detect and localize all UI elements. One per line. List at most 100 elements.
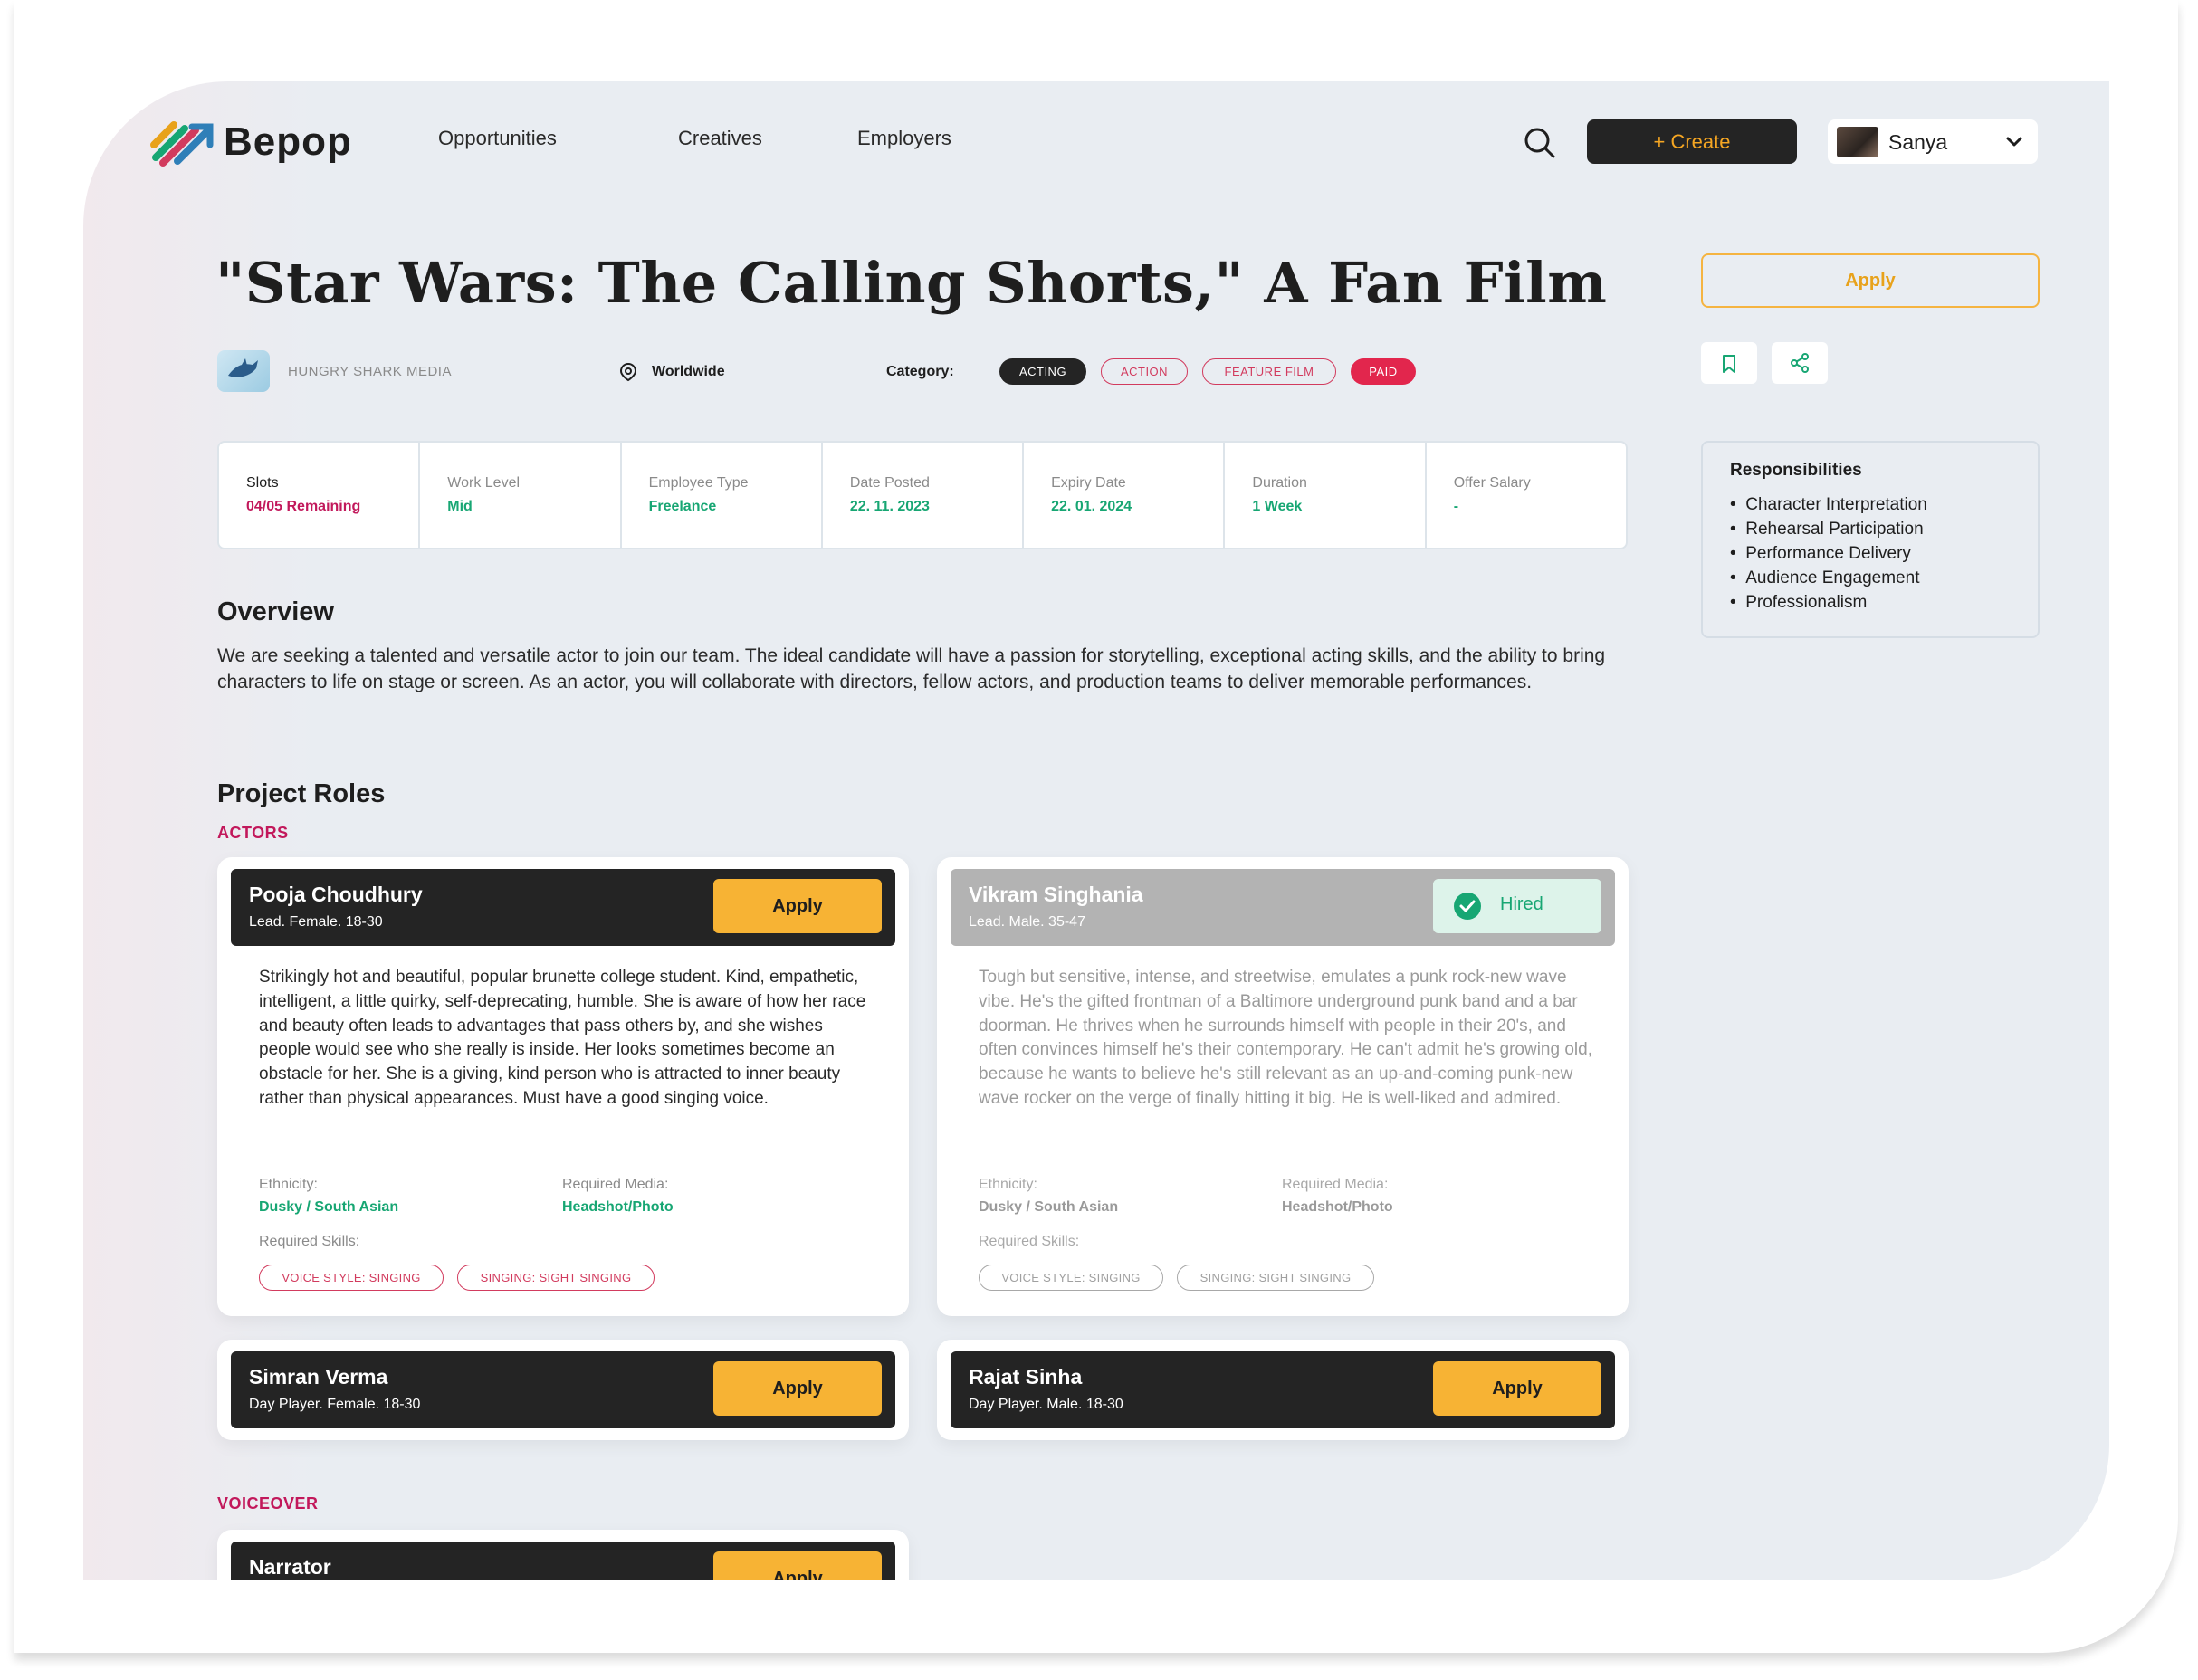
ethnicity-value: Dusky / South Asian	[259, 1199, 399, 1215]
media-label: Required Media:	[1282, 1177, 1389, 1192]
category-label: Category:	[886, 364, 954, 379]
stat-label: Expiry Date	[1051, 475, 1126, 491]
stat-label: Offer Salary	[1453, 475, 1531, 491]
role-name: Rajat Sinha	[969, 1365, 1083, 1389]
role-name: Simran Verma	[249, 1365, 388, 1389]
role-name: Vikram Singhania	[969, 883, 1143, 906]
avatar	[1837, 127, 1878, 158]
check-circle-icon	[1454, 892, 1481, 920]
stat-label: Date Posted	[849, 475, 930, 491]
role-card-vikram: Vikram Singhania Lead. Male. 35-47 Hired…	[937, 857, 1629, 1316]
page-title: "Star Wars: The Calling Shorts," A Fan F…	[215, 250, 1608, 316]
create-button[interactable]: + Create	[1587, 119, 1797, 164]
role-description: Strikingly hot and beautiful, popular br…	[259, 968, 866, 1108]
stage: Bepop Opportunities Creatives Employers …	[0, 0, 2198, 1680]
bepop-logo-icon[interactable]	[150, 118, 214, 167]
job-stats: Slots 04/05 Remaining Work Level Mid Emp…	[217, 441, 1628, 549]
stat-work-level: Work Level Mid	[420, 443, 622, 548]
responsibility-text: Performance Delivery	[1745, 544, 1911, 563]
hired-label: Hired	[1500, 894, 1543, 914]
share-button[interactable]	[1772, 342, 1828, 384]
user-menu[interactable]: Sanya	[1828, 119, 2038, 164]
responsibilities-panel: Responsibilities • Character Interpretat…	[1701, 441, 2040, 638]
role-subtitle: Day Player. Female. 18-30	[249, 1397, 421, 1412]
stat-value: Freelance	[648, 499, 717, 514]
responsibility-item: • Audience Engagement	[1730, 568, 1920, 587]
project-roles-title: Project Roles	[217, 779, 386, 808]
responsibility-text: Character Interpretation	[1745, 495, 1927, 514]
role-card-header: Pooja Choudhury Lead. Female. 18-30 Appl…	[231, 869, 895, 946]
screenshot-frame: Bepop Opportunities Creatives Employers …	[14, 0, 2178, 1653]
media-label: Required Media:	[562, 1177, 669, 1192]
overview-text: We are seeking a talented and versatile …	[217, 645, 1606, 692]
role-subtitle: Lead. Male. 35-47	[969, 914, 1085, 930]
role-name: Pooja Choudhury	[249, 883, 423, 906]
overview-title: Overview	[217, 597, 334, 626]
tag-feature-film[interactable]: FEATURE FILM	[1202, 358, 1336, 385]
tag-paid[interactable]: PAID	[1351, 358, 1416, 385]
role-apply-button[interactable]: Apply	[713, 1551, 882, 1580]
user-name: Sanya	[1888, 130, 1948, 154]
skill-tag[interactable]: VOICE STYLE: SINGING	[259, 1265, 444, 1291]
bookmark-icon	[1723, 355, 1735, 373]
hired-badge: Hired	[1433, 879, 1601, 933]
role-card-header: Simran Verma Day Player. Female. 18-30 A…	[231, 1351, 895, 1428]
ethnicity-value: Dusky / South Asian	[979, 1199, 1119, 1215]
responsibility-item: • Professionalism	[1730, 593, 1868, 612]
role-apply-button[interactable]: Apply	[713, 1361, 882, 1416]
skills-label: Required Skills:	[259, 1234, 360, 1249]
search-icon[interactable]	[1522, 125, 1558, 161]
ethnicity-label: Ethnicity:	[979, 1177, 1037, 1192]
stat-offer-salary: Offer Salary -	[1427, 443, 1626, 548]
stat-value: 04/05 Remaining	[246, 499, 361, 514]
stat-label: Slots	[246, 475, 279, 491]
role-card-rajat: Rajat Sinha Day Player. Male. 18-30 Appl…	[937, 1340, 1629, 1440]
role-apply-button[interactable]: Apply	[1433, 1361, 1601, 1416]
company-logo	[217, 350, 270, 392]
role-card-pooja: Pooja Choudhury Lead. Female. 18-30 Appl…	[217, 857, 909, 1316]
nav-employers[interactable]: Employers	[857, 127, 951, 150]
company-name[interactable]: HUNGRY SHARK MEDIA	[288, 364, 452, 379]
skill-tag: VOICE STYLE: SINGING	[979, 1265, 1163, 1291]
responsibility-item: • Performance Delivery	[1730, 544, 1911, 563]
role-card-header: Rajat Sinha Day Player. Male. 18-30 Appl…	[951, 1351, 1615, 1428]
stat-value: Mid	[447, 499, 473, 514]
chevron-down-icon	[2006, 137, 2022, 147]
role-card-narrator: Narrator Apply	[217, 1530, 909, 1580]
tag-action[interactable]: ACTION	[1101, 358, 1188, 385]
nav-opportunities[interactable]: Opportunities	[438, 127, 557, 150]
stat-duration: Duration 1 Week	[1225, 443, 1427, 548]
brand-name[interactable]: Bepop	[224, 119, 352, 165]
stat-value: -	[1453, 499, 1459, 514]
responsibilities-title: Responsibilities	[1730, 461, 1862, 480]
responsibility-item: • Rehearsal Participation	[1730, 520, 1924, 539]
role-name: Narrator	[249, 1555, 331, 1579]
stat-date-posted: Date Posted 22. 11. 2023	[823, 443, 1025, 548]
role-description: Tough but sensitive, intense, and street…	[979, 968, 1592, 1108]
responsibility-item: • Character Interpretation	[1730, 495, 1927, 514]
skill-tag: SINGING: SIGHT SINGING	[1177, 1265, 1374, 1291]
role-card-simran: Simran Verma Day Player. Female. 18-30 A…	[217, 1340, 909, 1440]
tag-acting[interactable]: ACTING	[999, 358, 1086, 385]
stat-label: Work Level	[447, 475, 521, 491]
share-icon	[1791, 353, 1809, 373]
stat-value: 22. 01. 2024	[1051, 499, 1132, 514]
apply-button[interactable]: Apply	[1701, 253, 2040, 308]
skills-label: Required Skills:	[979, 1234, 1080, 1249]
stat-label: Duration	[1252, 475, 1307, 491]
ethnicity-label: Ethnicity:	[259, 1177, 318, 1192]
media-value: Headshot/Photo	[562, 1199, 674, 1215]
responsibility-text: Professionalism	[1745, 593, 1868, 612]
role-card-header: Narrator Apply	[231, 1542, 895, 1580]
bookmark-button[interactable]	[1701, 342, 1757, 384]
stat-employee-type: Employee Type Freelance	[622, 443, 823, 548]
shark-icon	[228, 358, 258, 377]
stat-value: 22. 11. 2023	[849, 499, 930, 514]
role-apply-button[interactable]: Apply	[713, 879, 882, 933]
actors-label: ACTORS	[217, 824, 289, 842]
stat-expiry-date: Expiry Date 22. 01. 2024	[1024, 443, 1226, 548]
nav-creatives[interactable]: Creatives	[678, 127, 762, 150]
skill-tag[interactable]: SINGING: SIGHT SINGING	[457, 1265, 655, 1291]
responsibility-text: Rehearsal Participation	[1745, 520, 1924, 539]
voiceover-label: VOICEOVER	[217, 1494, 319, 1513]
